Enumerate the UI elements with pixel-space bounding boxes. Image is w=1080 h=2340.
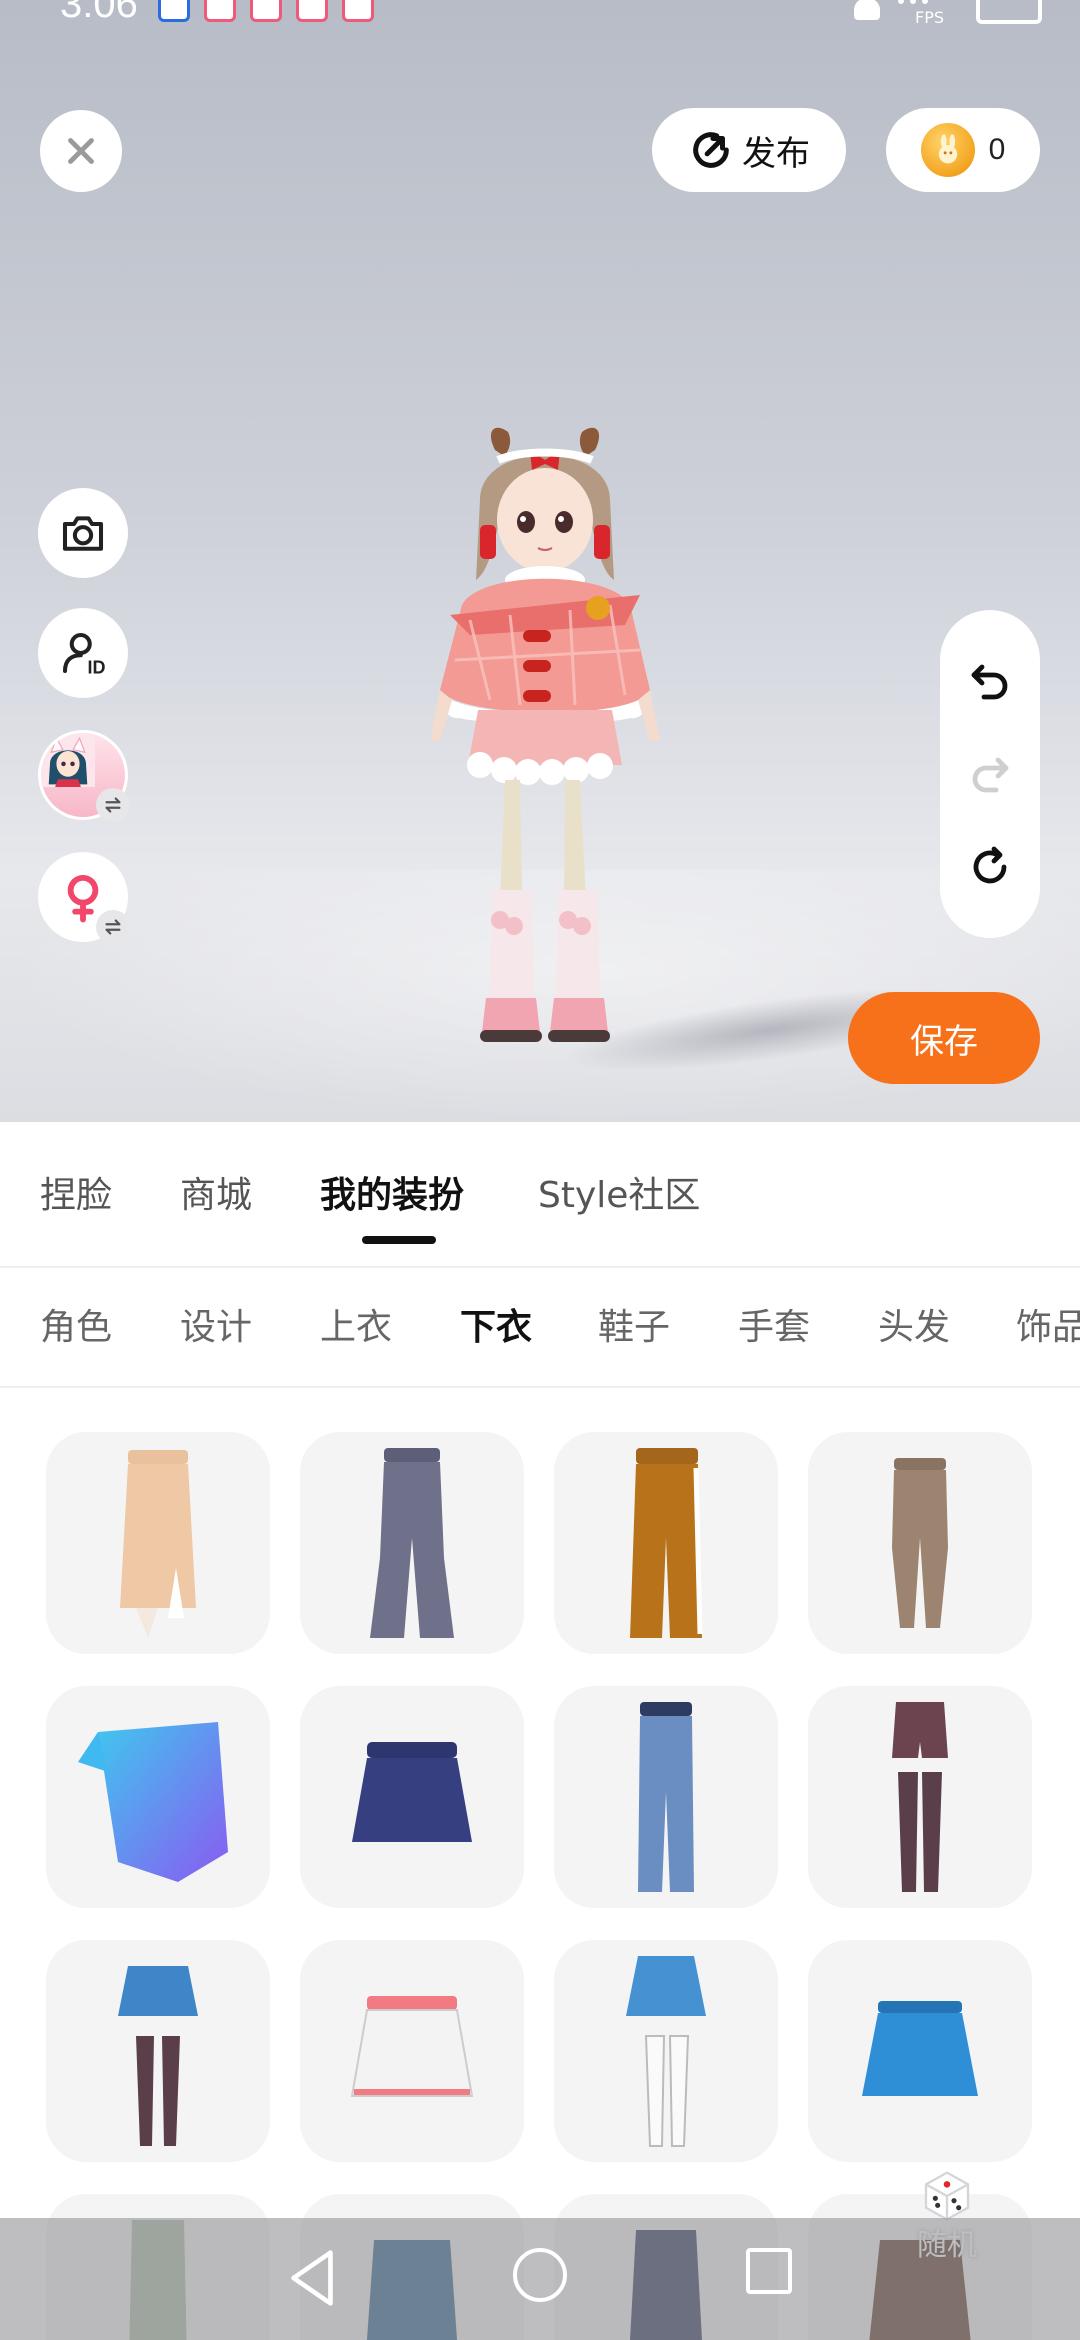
item-cell[interactable] xyxy=(808,1432,1032,1654)
publish-button[interactable]: 发布 xyxy=(652,108,846,192)
item-cell[interactable] xyxy=(46,1432,270,1654)
blue-skirt-white-socks-icon xyxy=(626,1956,706,2147)
notification-icon xyxy=(250,0,282,22)
notification-icons xyxy=(158,0,374,22)
publish-icon xyxy=(693,132,729,168)
redo-icon[interactable] xyxy=(966,750,1014,798)
navy-mini-skirt-icon xyxy=(352,1742,472,1842)
item-cell[interactable] xyxy=(300,1432,524,1654)
notification-icon xyxy=(204,0,236,22)
undo-icon[interactable] xyxy=(966,657,1014,705)
item-cell[interactable] xyxy=(46,1686,270,1908)
avatar-viewport[interactable]: 3:06 ··· FPS xyxy=(0,0,1080,1122)
close-icon xyxy=(68,138,94,164)
item-cell[interactable] xyxy=(808,1940,1032,2162)
gender-switch-button[interactable] xyxy=(38,852,130,944)
status-time: 3:06 xyxy=(60,0,138,26)
history-toolbar xyxy=(940,610,1040,938)
status-bar: 3:06 ··· FPS xyxy=(0,0,1080,28)
item-cell[interactable] xyxy=(808,1686,1032,1908)
item-cell[interactable] xyxy=(300,1686,524,1908)
avatar-switch-button[interactable] xyxy=(38,730,130,822)
category-tab-shoes[interactable]: 鞋子 xyxy=(598,1298,670,1350)
avatar-id-button[interactable]: ID xyxy=(38,608,128,698)
orange-sweatpants-icon xyxy=(630,1448,703,1638)
notification-icon xyxy=(342,0,374,22)
recent-apps-icon[interactable] xyxy=(746,2248,792,2294)
tab-my-outfits[interactable]: 我的装扮 xyxy=(320,1166,464,1218)
camera-icon xyxy=(62,516,104,551)
item-cell[interactable] xyxy=(46,1940,270,2162)
status-icons: FPS xyxy=(854,0,1042,27)
home-icon[interactable] xyxy=(513,2248,567,2302)
coin-count: 0 xyxy=(988,133,1006,166)
notification-icon xyxy=(296,0,328,22)
battery-icon xyxy=(976,0,1042,24)
main-tabs: 捏脸 商城 我的装扮 Style社区 xyxy=(0,1122,1080,1268)
reset-icon[interactable] xyxy=(966,843,1014,891)
tab-shop[interactable]: 商城 xyxy=(180,1166,252,1218)
active-tab-indicator xyxy=(362,1236,436,1244)
shorts-stockings-icon xyxy=(892,1702,948,1892)
svg-text:ID: ID xyxy=(88,657,106,677)
gray-flare-pants-icon xyxy=(370,1448,454,1638)
dice-icon xyxy=(924,2171,970,2221)
gradient-sarong-icon xyxy=(78,1722,228,1882)
brown-leggings-icon xyxy=(892,1458,948,1628)
white-pleated-skirt-icon xyxy=(350,1996,474,2097)
avatar-dressup-screen: 3:06 ··· FPS xyxy=(0,0,1080,2340)
category-tabs: 角色 设计 上衣 下衣 鞋子 手套 头发 饰品 xyxy=(0,1268,1080,1388)
system-nav-bar xyxy=(0,2218,1080,2340)
category-tab-design[interactable]: 设计 xyxy=(180,1298,252,1350)
category-tab-hair[interactable]: 头发 xyxy=(878,1298,950,1350)
swap-icon xyxy=(96,788,130,822)
item-cell[interactable] xyxy=(554,1940,778,2162)
item-cell[interactable] xyxy=(554,1686,778,1908)
coin-balance-button[interactable]: 0 xyxy=(886,108,1040,192)
fps-label: FPS xyxy=(914,8,944,27)
category-tab-character[interactable]: 角色 xyxy=(40,1298,112,1350)
blue-pleated-skirt-icon xyxy=(862,2001,978,2096)
more-notifications-icon: ··· xyxy=(392,0,424,18)
blue-jeans-icon xyxy=(638,1702,694,1892)
item-cell[interactable] xyxy=(554,1432,778,1654)
category-tab-gloves[interactable]: 手套 xyxy=(738,1298,810,1350)
avatar-character[interactable] xyxy=(400,420,690,1070)
category-tab-accessories[interactable]: 饰品 xyxy=(1016,1298,1080,1350)
notification-icon xyxy=(158,0,190,22)
close-button[interactable] xyxy=(40,110,122,192)
blue-skirt-stockings-icon xyxy=(118,1966,198,2146)
item-cell[interactable] xyxy=(300,1940,524,2162)
category-tab-bottoms[interactable]: 下衣 xyxy=(460,1298,532,1350)
publish-label: 发布 xyxy=(742,133,810,174)
coin-icon xyxy=(920,123,975,177)
user-id-icon: ID xyxy=(62,632,106,677)
swap-icon xyxy=(96,910,130,944)
back-icon[interactable] xyxy=(284,2248,340,2308)
tab-style-community[interactable]: Style社区 xyxy=(538,1166,700,1218)
category-tab-tops[interactable]: 上衣 xyxy=(320,1298,392,1350)
mute-icon xyxy=(854,0,880,20)
save-button[interactable]: 保存 xyxy=(848,992,1040,1084)
tab-face[interactable]: 捏脸 xyxy=(40,1166,112,1218)
beige-slit-skirt-icon xyxy=(120,1450,196,1638)
camera-button[interactable] xyxy=(38,488,128,578)
